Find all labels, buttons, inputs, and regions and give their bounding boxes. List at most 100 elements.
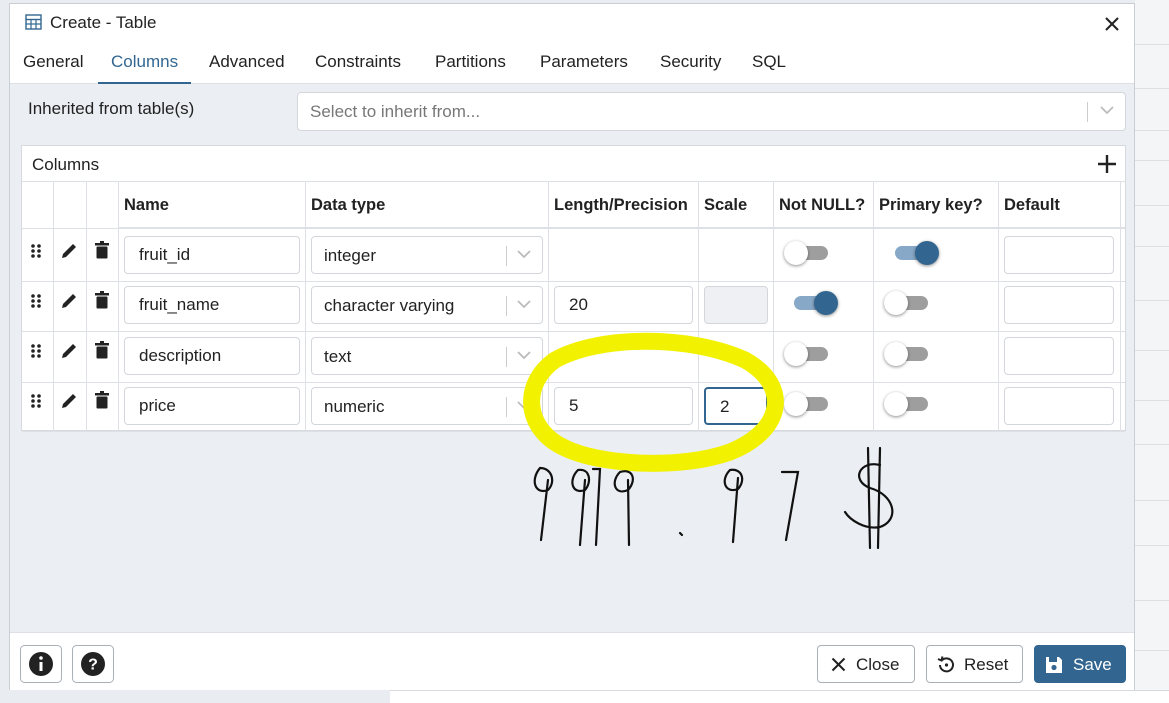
dialog-titlebar: Create - Table [10, 4, 1134, 42]
columns-grid-header: Columns [22, 146, 1125, 182]
tab-security[interactable]: Security [660, 52, 721, 84]
select-separator [506, 397, 507, 417]
primary-key-toggle[interactable] [884, 392, 932, 416]
reset-icon [936, 655, 956, 680]
select-separator [506, 246, 507, 266]
tab-sql[interactable]: SQL [752, 52, 786, 84]
dialog-title: Create - Table [50, 13, 157, 32]
tab-constraints[interactable]: Constraints [315, 52, 401, 84]
data-type-value: numeric [324, 397, 385, 416]
create-table-dialog: Create - Table General Columns Advanced … [9, 3, 1135, 690]
svg-text:?: ? [88, 657, 98, 674]
delete-icon[interactable] [95, 291, 109, 314]
header-data-type: Data type [305, 182, 548, 228]
data-type-value: text [324, 347, 352, 366]
edit-icon[interactable] [60, 292, 78, 315]
not-null-toggle[interactable] [790, 291, 838, 315]
default-input[interactable] [1004, 286, 1114, 324]
select-separator [506, 347, 507, 367]
select-separator [1087, 102, 1088, 122]
scale-input[interactable] [704, 286, 768, 324]
header-primary-key: Primary key? [873, 182, 998, 228]
drag-handle-icon[interactable] [30, 293, 42, 314]
data-type-select[interactable]: text [311, 337, 543, 375]
chevron-down-icon[interactable] [515, 346, 533, 369]
save-button[interactable]: Save [1034, 645, 1126, 683]
chevron-down-icon[interactable] [515, 396, 533, 419]
close-icon [831, 657, 846, 677]
scale-input[interactable]: 2 [704, 387, 768, 425]
chevron-down-icon[interactable] [515, 245, 533, 268]
header-scale-label: Scale [704, 196, 748, 214]
primary-key-toggle[interactable] [884, 291, 932, 315]
close-icon[interactable] [1104, 10, 1120, 38]
column-name-input[interactable]: fruit_name [124, 286, 300, 324]
default-input[interactable] [1004, 387, 1114, 425]
chevron-down-icon[interactable] [1098, 101, 1116, 124]
data-type-value: character varying [324, 296, 455, 315]
not-null-toggle[interactable] [784, 392, 832, 416]
header-not-null-label: Not NULL? [779, 196, 866, 214]
length-input[interactable]: 20 [554, 286, 693, 324]
dialog-footer: ? Close Reset Save [10, 632, 1134, 690]
drag-handle-icon[interactable] [30, 343, 42, 364]
length-input[interactable]: 5 [554, 387, 693, 425]
inherit-placeholder: Select to inherit from... [310, 102, 481, 121]
data-type-select[interactable]: integer [311, 236, 543, 274]
help-button[interactable]: ? [72, 645, 114, 688]
tab-general[interactable]: General [23, 52, 83, 84]
drag-handle-icon[interactable] [30, 393, 42, 414]
background-app-footer [390, 690, 1169, 703]
add-column-button[interactable] [1097, 148, 1117, 180]
default-input[interactable] [1004, 337, 1114, 375]
data-type-select[interactable]: character varying [311, 286, 543, 324]
primary-key-toggle[interactable] [884, 342, 932, 366]
column-name-input[interactable]: price [124, 387, 300, 425]
column-name-input[interactable]: description [124, 337, 300, 375]
header-data-type-label: Data type [311, 196, 386, 214]
header-default: Default [998, 182, 1125, 228]
drag-handle-icon[interactable] [30, 243, 42, 264]
tab-advanced[interactable]: Advanced [209, 52, 285, 84]
not-null-toggle[interactable] [784, 241, 832, 265]
default-input[interactable] [1004, 236, 1114, 274]
close-button-label: Close [856, 655, 900, 674]
header-length-label: Length/Precision [554, 196, 688, 214]
tab-parameters[interactable]: Parameters [540, 52, 628, 84]
header-name-label: Name [124, 196, 169, 214]
close-button[interactable]: Close [817, 645, 915, 683]
delete-icon[interactable] [95, 391, 109, 414]
not-null-toggle[interactable] [784, 342, 832, 366]
info-button[interactable] [20, 645, 62, 688]
chevron-down-icon[interactable] [515, 295, 533, 318]
reset-button-label: Reset [964, 655, 1009, 674]
inherit-select[interactable]: Select to inherit from... [297, 92, 1126, 131]
header-default-label: Default [1004, 196, 1060, 214]
edit-icon[interactable] [60, 392, 78, 415]
header-scale: Scale [698, 182, 773, 228]
tab-partitions[interactable]: Partitions [435, 52, 506, 84]
header-name: Name [118, 182, 305, 228]
data-type-value: integer [324, 246, 376, 265]
header-length: Length/Precision [548, 182, 698, 228]
columns-grid-title: Columns [32, 155, 100, 174]
edit-icon[interactable] [60, 342, 78, 365]
columns-grid: Columns Name Data type Length/Precision … [21, 145, 1126, 432]
dialog-tabs: General Columns Advanced Constraints Par… [10, 42, 1134, 84]
tab-columns[interactable]: Columns [98, 52, 192, 84]
inherit-label: Inherited from table(s) [28, 99, 195, 118]
primary-key-toggle[interactable] [891, 241, 939, 265]
save-button-label: Save [1073, 655, 1112, 674]
table-icon [25, 14, 42, 35]
header-not-null: Not NULL? [773, 182, 873, 228]
header-primary-key-label: Primary key? [879, 196, 983, 214]
delete-icon[interactable] [95, 341, 109, 364]
data-type-select[interactable]: numeric [311, 387, 543, 425]
select-separator [506, 296, 507, 316]
background-app [1135, 0, 1169, 703]
column-name-input[interactable]: fruit_id [124, 236, 300, 274]
save-icon [1045, 656, 1063, 679]
reset-button[interactable]: Reset [926, 645, 1023, 683]
edit-icon[interactable] [60, 242, 78, 265]
delete-icon[interactable] [95, 241, 109, 264]
